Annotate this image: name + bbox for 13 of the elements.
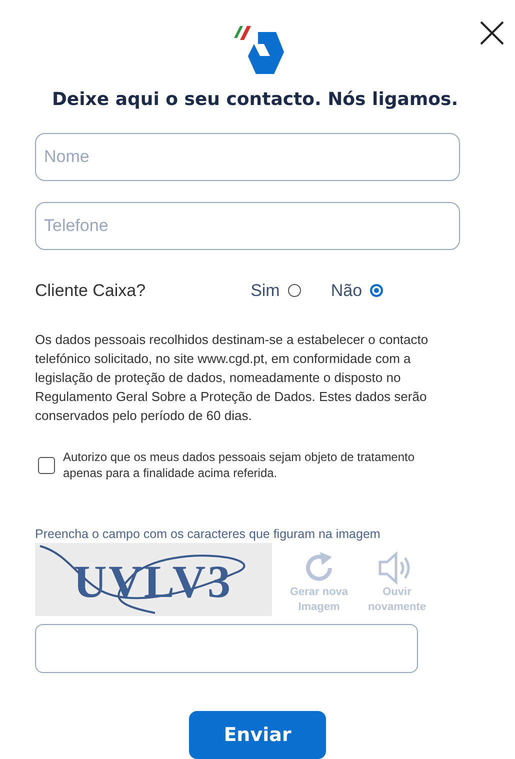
close-button[interactable] xyxy=(479,20,505,46)
radio-option[interactable]: Não xyxy=(330,278,384,304)
input-field[interactable]: Telefone xyxy=(35,202,460,250)
captcha-instruction: Preencha o campo com os caracteres que figuram na imagem xyxy=(35,526,382,543)
captcha-input-field[interactable] xyxy=(35,624,418,674)
input-field[interactable]: Nome xyxy=(35,133,460,181)
radio-option[interactable]: Sim xyxy=(250,278,301,304)
question-label: Cliente Caixa? xyxy=(35,280,146,302)
form-title: Deixe aqui o seu contacto. Nós ligamos. xyxy=(50,88,460,112)
privacy-text: Os dados pessoais recolhidos destinam-se a estabelecer o contacto telefónico solicitado, no site www.cgd.pt, em conformidade com a legislação de proteção de dados, nomeadamente o disposto no Regulamento Geral Sobre a Proteção de Dados. Estes dados serão conservados pelo período de 60 dias. xyxy=(35,330,430,424)
checkbox[interactable] xyxy=(38,456,55,474)
consent-label: Autorizo que os meus dados pessoais sejam objeto de tratamento apenas para a finalidade acima referida. xyxy=(63,448,416,480)
submit-button[interactable]: Enviar xyxy=(189,711,326,759)
